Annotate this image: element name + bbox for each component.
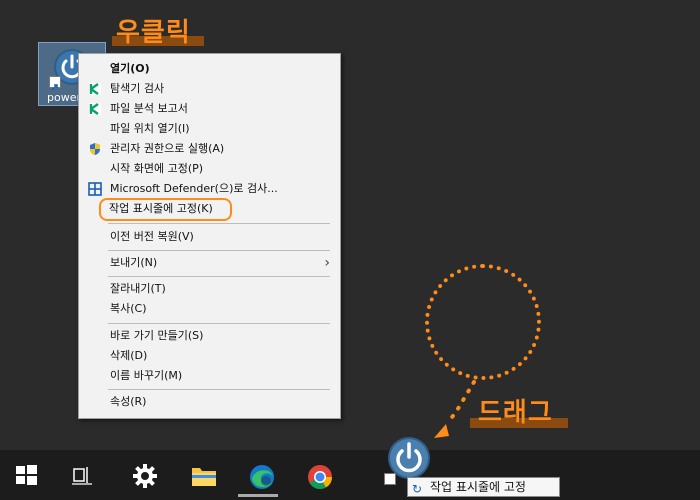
chrome-icon bbox=[308, 465, 332, 490]
drag-tooltip-label: 작업 표시줄에 고정 bbox=[430, 480, 526, 494]
active-app-indicator bbox=[238, 494, 278, 497]
drag-callout: 드래그 bbox=[478, 398, 553, 428]
drag-trail bbox=[434, 380, 476, 438]
edge-icon bbox=[250, 465, 274, 489]
link-arrow-icon: ↻ bbox=[412, 482, 423, 496]
drag-tooltip: ↻ 작업 표시줄에 고정 bbox=[407, 477, 560, 497]
edge-button[interactable] bbox=[236, 450, 284, 500]
windows-logo-icon bbox=[16, 465, 37, 485]
shortcut-arrow-icon bbox=[384, 473, 396, 485]
settings-button[interactable] bbox=[120, 450, 168, 500]
chrome-button[interactable] bbox=[294, 450, 342, 500]
dragged-icon bbox=[384, 433, 434, 485]
file-explorer-button[interactable] bbox=[178, 450, 226, 500]
folder-icon bbox=[192, 468, 216, 486]
gear-icon bbox=[133, 464, 157, 488]
start-button[interactable] bbox=[2, 450, 50, 500]
task-view-icon bbox=[72, 467, 92, 485]
arrow-head-icon bbox=[434, 424, 449, 438]
task-view-button[interactable] bbox=[58, 450, 106, 500]
taskbar bbox=[0, 450, 700, 500]
